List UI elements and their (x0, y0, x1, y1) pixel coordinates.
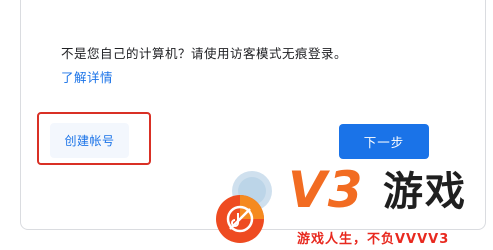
watermark-brand-game: 游戏 (383, 169, 467, 215)
v3-logo-icon (216, 171, 272, 243)
guest-mode-notice: 不是您自己的计算机？请使用访客模式无痕登录。 (61, 46, 348, 61)
watermark: V3 游戏 游戏人生，不负VVVV3 (200, 160, 493, 250)
next-button[interactable]: 下一步 (339, 124, 429, 159)
learn-more-link[interactable]: 了解详情 (61, 67, 113, 86)
watermark-brand-v3: V3 (288, 161, 364, 219)
create-account-button[interactable]: 创建帐号 (50, 123, 129, 158)
watermark-slogan: 游戏人生，不负VVVV3 (297, 232, 450, 247)
